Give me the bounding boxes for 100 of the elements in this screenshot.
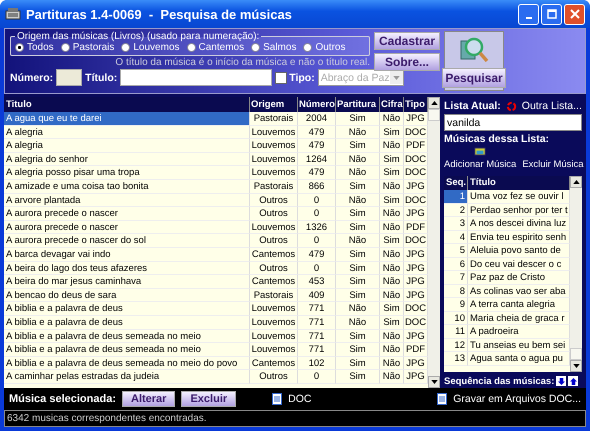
table-cell: Não	[336, 302, 380, 316]
table-cell: A alegria	[4, 139, 250, 153]
remove-music-button[interactable]: Excluir Música	[522, 159, 584, 170]
radio-option[interactable]: Louvemos	[121, 42, 180, 53]
scrollbar-thumb[interactable]	[428, 109, 440, 121]
table-cell: Sim	[380, 194, 404, 208]
minimize-button[interactable]	[518, 4, 539, 24]
column-header[interactable]: Cifra	[380, 97, 404, 112]
current-list-label: Lista Atual:	[444, 100, 501, 112]
table-cell: Sim	[336, 262, 380, 276]
action-button[interactable]: Alterar	[122, 391, 176, 407]
table-cell: Sim	[380, 152, 404, 166]
table-cell: 0	[298, 234, 336, 248]
table-cell: 10	[444, 312, 468, 325]
table-cell: 12	[444, 338, 468, 352]
column-header[interactable]: Título	[468, 176, 570, 190]
register-button[interactable]: Cadastrar	[374, 32, 440, 50]
table-cell: 0	[298, 207, 336, 221]
scroll-up-icon	[430, 101, 438, 105]
scrollbar-thumb[interactable]	[570, 348, 582, 360]
dropdown-arrow-icon	[392, 76, 400, 80]
table-cell: 771	[298, 343, 336, 357]
scrollbar[interactable]	[570, 176, 582, 372]
document-icon	[437, 393, 448, 405]
table-cell: A beira do mar jesus caminhava	[4, 275, 250, 289]
table-cell: Não	[336, 152, 380, 166]
table-cell: A bencao do deus de sara	[4, 288, 250, 302]
scroll-down-icon	[572, 364, 580, 368]
table-cell: A agua que eu te darei	[4, 112, 250, 126]
table-cell: Não	[380, 112, 404, 126]
table-cell: Sim	[380, 166, 404, 180]
table-cell: A amizade e uma coisa tao bonita	[4, 180, 250, 194]
table-cell: 8	[444, 284, 468, 298]
column-header[interactable]: Seq.	[444, 176, 468, 190]
move-up-button[interactable]	[568, 376, 578, 386]
table-cell: 479	[298, 166, 336, 180]
document-icon	[272, 393, 282, 405]
table-cell: Não	[380, 275, 404, 289]
table-cell: Sim	[336, 112, 380, 126]
column-header[interactable]: Titulo	[4, 97, 250, 112]
table-cell: A biblia e a palavra de deus semeada no meio	[4, 330, 250, 344]
number-field[interactable]	[56, 69, 82, 86]
table-cell: 771	[298, 302, 336, 316]
about-button[interactable]: Sobre...	[374, 53, 440, 71]
table-cell: Não	[380, 343, 404, 357]
table-cell: 9	[444, 298, 468, 312]
title-field[interactable]	[120, 69, 272, 86]
table-cell: A aurora precede o nascer	[4, 207, 250, 221]
table-cell: Louvemos	[250, 343, 298, 357]
list-name-field[interactable]: vanilda	[444, 114, 582, 131]
file-type-label: DOC	[288, 393, 312, 405]
table-cell: Sim	[336, 356, 380, 370]
search-button[interactable]: Pesquisar	[442, 68, 506, 88]
status-bar: 6342 musicas correspondentes encontradas.	[4, 410, 586, 427]
action-button[interactable]: Excluir	[181, 391, 236, 407]
table-cell: 479	[298, 126, 336, 140]
table-cell: Não	[380, 330, 404, 344]
column-header[interactable]: Partitura	[336, 97, 380, 112]
radio-option[interactable]: Pastorais	[60, 42, 114, 53]
refresh-icon	[506, 100, 517, 112]
table-cell: A alegria posso pisar uma tropa	[4, 166, 250, 180]
add-music-button[interactable]: Adicionar Música	[444, 147, 516, 170]
table-cell: 479	[298, 139, 336, 153]
table-cell: Louvemos	[250, 152, 298, 166]
table-cell: 7	[444, 271, 468, 284]
table-cell: 6	[444, 258, 468, 271]
table-cell: Sim	[336, 288, 380, 302]
column-header[interactable]: Tipo	[404, 97, 428, 112]
radio-option[interactable]: Todos	[15, 42, 54, 53]
radio-option[interactable]: Cantemos	[186, 42, 244, 53]
table-cell: Louvemos	[250, 316, 298, 330]
table-cell: Não	[336, 166, 380, 180]
table-cell: Pastorais	[250, 112, 298, 126]
number-label: Número:	[10, 72, 54, 84]
table-cell: 1264	[298, 152, 336, 166]
table-cell: 479	[298, 248, 336, 262]
column-header[interactable]: Número	[298, 97, 336, 112]
table-cell: Não	[380, 262, 404, 276]
table-cell: 1326	[298, 220, 336, 234]
table-cell: Outros	[250, 234, 298, 248]
column-header[interactable]: Origem	[250, 97, 298, 112]
close-button[interactable]	[564, 4, 585, 24]
type-checkbox[interactable]: Tipo:	[275, 72, 315, 84]
table-cell: 13	[444, 352, 468, 366]
table-cell: Sim	[380, 126, 404, 140]
table-cell: Não	[380, 288, 404, 302]
radio-option[interactable]: Outros	[303, 42, 346, 53]
maximize-button[interactable]	[541, 4, 562, 24]
radio-option[interactable]: Salmos	[251, 42, 296, 53]
scrollbar[interactable]	[428, 97, 440, 388]
table-cell: A arvore plantada	[4, 194, 250, 208]
save-doc-link[interactable]: Gravar em Arquivos DOC...	[453, 393, 581, 405]
table-cell: Não	[336, 126, 380, 140]
maximize-icon	[546, 9, 556, 19]
scroll-down-icon	[430, 380, 438, 384]
table-cell: Não	[380, 356, 404, 370]
table-cell: Cantemos	[250, 275, 298, 289]
other-list-link[interactable]: Outra Lista...	[522, 100, 582, 112]
table-cell: Louvemos	[250, 139, 298, 153]
move-down-button[interactable]	[556, 376, 566, 386]
